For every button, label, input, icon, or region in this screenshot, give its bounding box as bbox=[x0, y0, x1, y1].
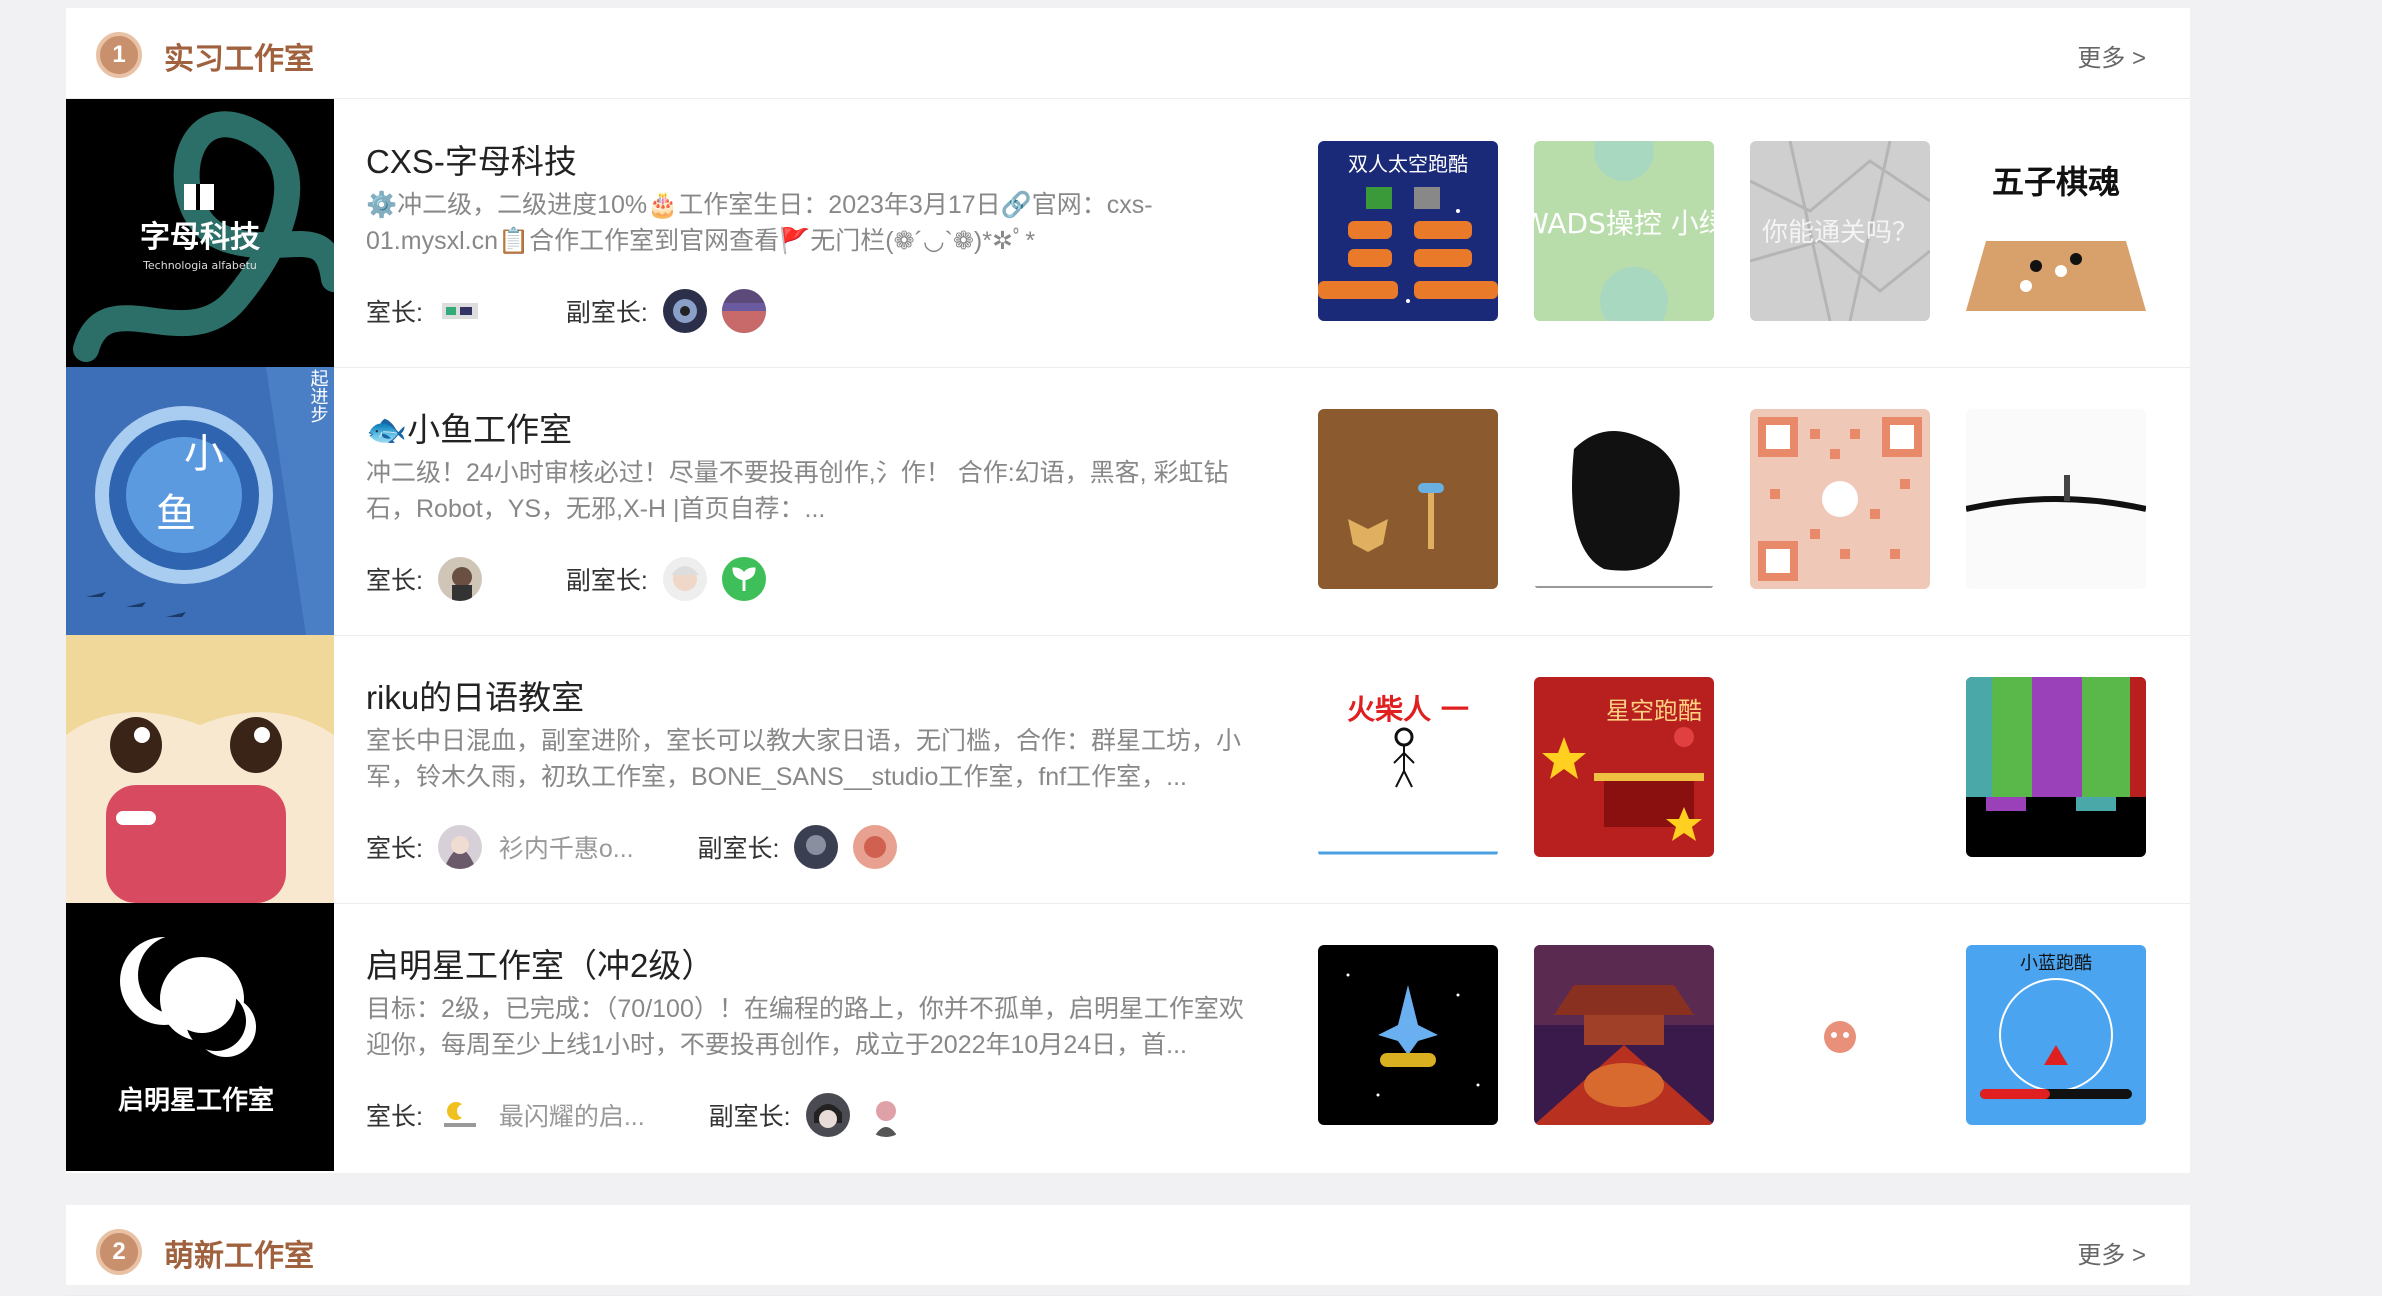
studio-cover[interactable]: 小 鱼 一起进步 bbox=[66, 367, 334, 635]
leaders: 室长: 最闪耀的启... 副室长: bbox=[366, 1093, 909, 1141]
leaders: 室长: 衫内千惠o... 副室长: bbox=[366, 825, 898, 873]
vice-leader-label: 副室长: bbox=[708, 1103, 791, 1131]
studio-name[interactable]: 🐟小鱼工作室 bbox=[366, 403, 572, 451]
work-thumbnail[interactable]: 你能通关吗？ bbox=[1750, 141, 1930, 321]
work-thumbnail[interactable] bbox=[1966, 409, 2146, 589]
studio-name[interactable]: CXS-字母科技 bbox=[366, 135, 577, 183]
cover-subtitle: Technologia alfabetu bbox=[142, 259, 257, 272]
cover-title: 启明星工作室 bbox=[118, 1085, 274, 1116]
work-title: 星空跑酷 bbox=[1606, 697, 1702, 725]
work-title: 火柴人 一 bbox=[1347, 693, 1469, 726]
studio-description: 冲二级！24小时审核必过！尽量不要投再创作,氵作！ 合作:幻语，黑客, 彩虹钻石… bbox=[366, 459, 1229, 523]
cover-title: 字母科技 bbox=[140, 220, 260, 255]
studio-name[interactable]: riku的日语教室 bbox=[366, 671, 584, 719]
vice-leader-avatar[interactable] bbox=[805, 1093, 850, 1137]
vice-leader-avatar[interactable] bbox=[662, 289, 707, 333]
rank-badge-icon: 1 bbox=[96, 32, 142, 78]
works-list: 双人太空跑酷 WADS操控 小绿 你能通关吗？ 五子棋魂 bbox=[1318, 141, 2166, 321]
cover-title: 小 bbox=[184, 431, 224, 477]
work-thumbnail[interactable]: 火柴人 一 bbox=[1318, 677, 1498, 857]
leader-avatar[interactable] bbox=[437, 289, 482, 333]
section-title: 萌新工作室 bbox=[164, 1240, 314, 1273]
studio-row[interactable]: riku的日语教室 室长中日混血，副室进阶，室长可以教大家日语，无门槛，合作：群… bbox=[66, 635, 2190, 904]
studio-description: ⚙️冲二级，二级进度10%🎂工作室生日：2023年3月17日🔗官网：cxs-01… bbox=[366, 191, 1153, 255]
leader-label: 室长: bbox=[366, 567, 423, 595]
section-header: 2 萌新工作室 更多 > bbox=[66, 1205, 2190, 1296]
studio-description: 目标：2级，已完成：（70/100）！在编程的路上，你并不孤单，启明星工作室欢迎… bbox=[366, 995, 1244, 1059]
studio-row[interactable]: 字母科技 Technologia alfabetu CXS-字母科技 ⚙️冲二级… bbox=[66, 99, 2190, 368]
studio-cover[interactable] bbox=[66, 635, 334, 903]
studio-cover[interactable]: 启明星工作室 bbox=[66, 903, 334, 1171]
work-thumbnail[interactable]: 小蓝跑酷 bbox=[1966, 945, 2146, 1125]
vice-leader-label: 副室长: bbox=[697, 835, 780, 863]
vice-leader-avatar[interactable] bbox=[794, 825, 839, 869]
work-thumbnail[interactable] bbox=[1750, 409, 1930, 589]
newbie-studio-panel: 2 萌新工作室 更多 > bbox=[66, 1205, 2190, 1296]
cover-title: 鱼 bbox=[156, 491, 196, 537]
work-thumbnail[interactable]: 五子棋魂 bbox=[1966, 141, 2146, 321]
section-header: 1 实习工作室 更多 > bbox=[66, 8, 2190, 99]
leaders: 室长: 副室长: bbox=[366, 557, 766, 605]
leader-name[interactable]: 最闪耀的启... bbox=[499, 1097, 645, 1133]
works-list: 小蓝跑酷 bbox=[1318, 945, 2166, 1125]
leader-label: 室长: bbox=[366, 299, 423, 327]
more-link[interactable]: 更多 > bbox=[2077, 1235, 2146, 1270]
vice-leader-avatar[interactable] bbox=[853, 825, 898, 869]
work-thumbnail[interactable] bbox=[1966, 677, 2146, 857]
work-thumbnail[interactable]: 星空跑酷 bbox=[1534, 677, 1714, 857]
leader-avatar[interactable] bbox=[437, 825, 482, 869]
leader-name[interactable]: 衫内千惠o... bbox=[499, 829, 634, 865]
work-title: WADS操控 小绿 bbox=[1534, 207, 1714, 240]
section-title: 实习工作室 bbox=[164, 43, 314, 76]
leader-avatar[interactable] bbox=[437, 557, 482, 601]
vice-leader-avatar[interactable] bbox=[721, 557, 766, 601]
work-thumbnail[interactable]: WADS操控 小绿 bbox=[1534, 141, 1714, 321]
work-thumbnail[interactable] bbox=[1750, 677, 1930, 857]
studio-row[interactable]: 启明星工作室 启明星工作室（冲2级） 目标：2级，已完成：（70/100）！在编… bbox=[66, 903, 2190, 1171]
vice-leader-avatar[interactable] bbox=[662, 557, 707, 601]
studio-row[interactable]: 小 鱼 一起进步 🐟小鱼工作室 冲二级！24小时审核必过！尽量不要投再创作,氵作… bbox=[66, 367, 2190, 636]
work-thumbnail[interactable] bbox=[1534, 409, 1714, 589]
vice-leader-label: 副室长: bbox=[565, 567, 648, 595]
work-title: 你能通关吗？ bbox=[1762, 218, 1918, 248]
work-title: 双人太空跑酷 bbox=[1348, 152, 1468, 176]
work-thumbnail[interactable] bbox=[1750, 945, 1930, 1125]
more-link[interactable]: 更多 > bbox=[2077, 38, 2146, 73]
internship-studio-panel: 1 实习工作室 更多 > 字母科技 Technologia alfabetu C… bbox=[66, 8, 2190, 1173]
leader-label: 室长: bbox=[366, 1103, 423, 1131]
work-thumbnail[interactable] bbox=[1534, 945, 1714, 1125]
leader-avatar[interactable] bbox=[437, 1093, 482, 1137]
work-title: 五子棋魂 bbox=[1992, 163, 2120, 201]
work-thumbnail[interactable] bbox=[1318, 945, 1498, 1125]
work-title: 小蓝跑酷 bbox=[2020, 953, 2092, 974]
vice-leader-avatar[interactable] bbox=[864, 1093, 909, 1137]
work-thumbnail[interactable]: 双人太空跑酷 bbox=[1318, 141, 1498, 321]
work-thumbnail[interactable] bbox=[1318, 409, 1498, 589]
cover-side-text: 一起进步 bbox=[308, 367, 329, 423]
vice-leader-avatar[interactable] bbox=[721, 289, 766, 333]
works-list bbox=[1318, 409, 2166, 589]
studio-cover[interactable]: 字母科技 Technologia alfabetu bbox=[66, 99, 334, 367]
vice-leader-label: 副室长: bbox=[565, 299, 648, 327]
works-list: 火柴人 一 星空跑酷 bbox=[1318, 677, 2166, 857]
rank-badge-icon: 2 bbox=[96, 1229, 142, 1275]
studio-description: 室长中日混血，副室进阶，室长可以教大家日语，无门槛，合作：群星工坊，小军，铃木久… bbox=[366, 727, 1242, 791]
studio-name[interactable]: 启明星工作室（冲2级） bbox=[366, 939, 714, 987]
leaders: 室长: 副室长: bbox=[366, 289, 766, 337]
leader-label: 室长: bbox=[366, 835, 423, 863]
